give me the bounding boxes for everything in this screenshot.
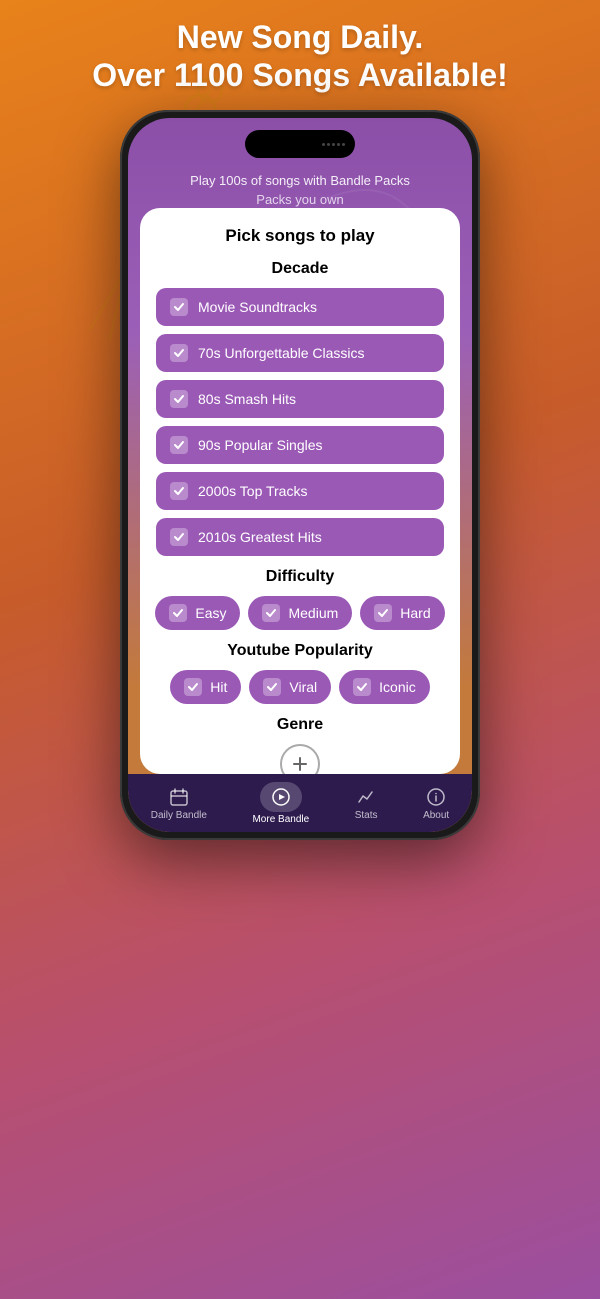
decade-item-label: 80s Smash Hits — [198, 391, 296, 407]
nav-item-about[interactable]: About — [415, 782, 457, 825]
pick-songs-title: Pick songs to play — [156, 226, 444, 246]
packs-you-own-text: Packs you own — [148, 192, 452, 207]
nav-daily-label: Daily Bandle — [151, 810, 207, 821]
decade-item-label: Movie Soundtracks — [198, 299, 317, 315]
bandle-packs-text: Play 100s of songs with Bandle Packs — [148, 173, 452, 188]
more-bandle-icon — [270, 786, 292, 808]
dynamic-island — [245, 130, 355, 158]
difficulty-medium-label: Medium — [288, 605, 338, 621]
difficulty-hard[interactable]: Hard — [360, 596, 444, 630]
nav-item-stats[interactable]: Stats — [347, 782, 386, 825]
checkbox-viral — [263, 678, 281, 696]
popularity-section: Youtube Popularity Hit — [156, 642, 444, 704]
about-icon — [425, 786, 447, 808]
decade-2010s-greatest[interactable]: 2010s Greatest Hits — [156, 518, 444, 556]
phone-screen: ♪ ♫ Play 100s of songs with Bandle Packs… — [128, 118, 472, 832]
difficulty-easy[interactable]: Easy — [155, 596, 240, 630]
checkbox-2010s — [170, 528, 188, 546]
popularity-viral[interactable]: Viral — [249, 670, 331, 704]
header-section: New Song Daily. Over 1100 Songs Availabl… — [0, 18, 600, 95]
decade-80s-smash[interactable]: 80s Smash Hits — [156, 380, 444, 418]
checkbox-2000s — [170, 482, 188, 500]
difficulty-hard-label: Hard — [400, 605, 430, 621]
checkbox-movie-soundtracks — [170, 298, 188, 316]
checkbox-70s — [170, 344, 188, 362]
stats-icon — [355, 786, 377, 808]
genre-add-button[interactable] — [280, 744, 320, 774]
nav-more-label: More Bandle — [252, 814, 309, 825]
decade-2000s-top[interactable]: 2000s Top Tracks — [156, 472, 444, 510]
decade-70s-classics[interactable]: 70s Unforgettable Classics — [156, 334, 444, 372]
phone-frame: ♪ ♫ Play 100s of songs with Bandle Packs… — [120, 110, 480, 840]
difficulty-easy-label: Easy — [195, 605, 226, 621]
bottom-nav: Daily Bandle More Bandle — [128, 774, 472, 832]
difficulty-section: Difficulty Easy — [156, 568, 444, 630]
checkbox-medium — [262, 604, 280, 622]
difficulty-row: Easy Medium — [156, 596, 444, 630]
difficulty-medium[interactable]: Medium — [248, 596, 352, 630]
nav-stats-label: Stats — [355, 810, 378, 821]
checkbox-80s — [170, 390, 188, 408]
header-title: New Song Daily. Over 1100 Songs Availabl… — [0, 18, 600, 95]
popularity-iconic[interactable]: Iconic — [339, 670, 430, 704]
checkbox-hit — [184, 678, 202, 696]
decade-item-label: 90s Popular Singles — [198, 437, 323, 453]
decade-90s-popular[interactable]: 90s Popular Singles — [156, 426, 444, 464]
popularity-iconic-label: Iconic — [379, 679, 416, 695]
daily-bandle-icon — [168, 786, 190, 808]
decade-section: Decade Movie Soundtracks 70 — [156, 260, 444, 556]
difficulty-label: Difficulty — [156, 568, 444, 586]
checkbox-easy — [169, 604, 187, 622]
decade-label: Decade — [156, 260, 444, 278]
popularity-viral-label: Viral — [289, 679, 317, 695]
nav-item-more[interactable]: More Bandle — [244, 778, 317, 829]
popularity-label: Youtube Popularity — [156, 642, 444, 660]
checkbox-hard — [374, 604, 392, 622]
nav-item-daily[interactable]: Daily Bandle — [143, 782, 215, 825]
popularity-hit[interactable]: Hit — [170, 670, 241, 704]
decade-item-label: 2010s Greatest Hits — [198, 529, 322, 545]
checkbox-iconic — [353, 678, 371, 696]
popularity-row: Hit Viral — [156, 670, 444, 704]
phone-top-bar: Play 100s of songs with Bandle Packs Pac… — [128, 173, 472, 207]
decade-item-label: 2000s Top Tracks — [198, 483, 307, 499]
checkbox-90s — [170, 436, 188, 454]
popularity-hit-label: Hit — [210, 679, 227, 695]
genre-label: Genre — [156, 716, 444, 734]
song-picker-card: Pick songs to play Decade Movie Soundtra… — [140, 208, 460, 774]
decade-item-label: 70s Unforgettable Classics — [198, 345, 365, 361]
decade-movie-soundtracks[interactable]: Movie Soundtracks — [156, 288, 444, 326]
genre-section: Genre — [156, 716, 444, 774]
nav-about-label: About — [423, 810, 449, 821]
